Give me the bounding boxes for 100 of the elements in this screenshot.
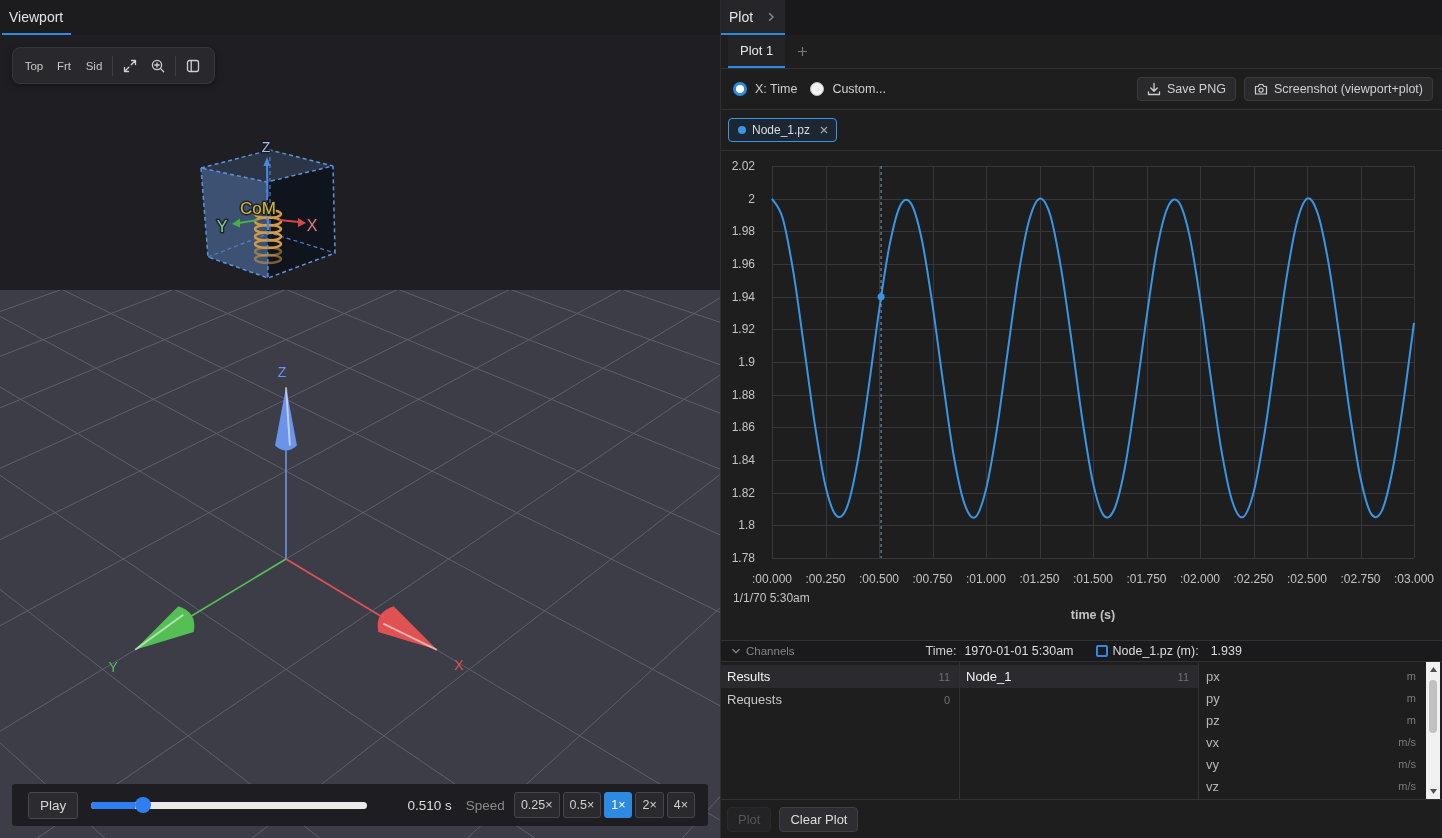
item-label: py <box>1206 690 1220 706</box>
download-icon <box>1146 82 1161 96</box>
item-label: pz <box>1206 712 1220 728</box>
screenshot-button[interactable]: Screenshot (viewport+plot) <box>1243 77 1433 101</box>
scrollbar[interactable] <box>1426 662 1440 799</box>
item-label: vz <box>1206 778 1219 794</box>
unit-label: m/s <box>1398 758 1416 770</box>
tick-label: :00.250 <box>805 572 846 586</box>
tick-label: :01.750 <box>1126 572 1167 586</box>
readout-label: Node_1.pz (m): <box>1112 644 1199 658</box>
list-item[interactable]: Node_1 11 <box>960 665 1198 688</box>
camera-icon <box>1253 82 1268 96</box>
tick-label: 1.84 <box>731 453 755 467</box>
item-label: px <box>1206 668 1220 684</box>
tick-label: 1.98 <box>731 224 755 239</box>
tick-label: 1.88 <box>731 387 755 402</box>
tick-label: :02.000 <box>1180 572 1220 586</box>
list-item[interactable]: py m <box>1199 687 1426 709</box>
list-item[interactable]: px m <box>1199 665 1426 687</box>
list-item[interactable]: Requests 0 <box>721 688 959 711</box>
item-count: 11 <box>1177 670 1189 683</box>
zoom-in-icon[interactable] <box>151 58 165 73</box>
readout-value: 1.939 <box>1210 644 1242 658</box>
view-button[interactable]: Sid <box>80 53 108 78</box>
expand-icon[interactable] <box>123 58 137 73</box>
tick-label: 1.78 <box>731 551 755 565</box>
play-button[interactable]: Play <box>28 791 79 819</box>
chevron-down-icon[interactable] <box>731 646 741 656</box>
close-icon[interactable] <box>820 126 829 134</box>
unit-label: m <box>1406 692 1416 704</box>
scroll-up-icon[interactable] <box>1429 667 1437 672</box>
unit-label: m/s <box>1398 736 1416 748</box>
tick-label: :03.000 <box>1394 572 1434 586</box>
tick-label: 1.9 <box>738 355 755 369</box>
item-label: vy <box>1206 756 1219 772</box>
speed-button[interactable]: 2× <box>635 792 664 818</box>
tick-label: 2.02 <box>731 159 755 173</box>
speed-button[interactable]: 0.25× <box>513 792 560 818</box>
tick-label: 1.96 <box>731 257 755 271</box>
axis-date-label: 1/1/70 5:30am <box>733 591 810 605</box>
tick-label: :00.750 <box>912 572 953 586</box>
save-button[interactable]: Save PNG <box>1136 77 1236 101</box>
tab[interactable]: Plot 1 <box>728 35 786 68</box>
speed-button[interactable]: 4× <box>666 792 695 818</box>
checkbox[interactable] <box>1095 645 1108 657</box>
speed-label: Speed <box>465 797 505 813</box>
tick-label: :02.750 <box>1340 572 1381 586</box>
series-chip[interactable]: Node_1.pz <box>728 118 838 142</box>
tick-label: :01.500 <box>1073 572 1113 586</box>
view-button[interactable]: Frt <box>50 53 78 78</box>
speed-button[interactable]: 0.5× <box>562 792 602 818</box>
item-count: 11 <box>938 670 950 683</box>
tick-label: 1.94 <box>731 289 755 304</box>
chip-label: Node_1.pz <box>752 123 811 137</box>
tick-label: :01.250 <box>1019 572 1060 586</box>
unit-label: m/s <box>1398 780 1416 792</box>
tick-label: :02.250 <box>1233 572 1274 586</box>
axis-label: Z <box>277 363 287 380</box>
section-title[interactable]: Channels <box>746 645 795 657</box>
model-label: Z <box>261 139 271 155</box>
item-count: 0 <box>943 693 950 706</box>
slider-thumb[interactable] <box>135 797 152 813</box>
scroll-down-icon[interactable] <box>1429 789 1437 794</box>
scrollbar-thumb[interactable] <box>1429 680 1437 733</box>
tick-label: 1.8 <box>738 518 755 533</box>
item-label: vx <box>1206 734 1219 750</box>
radio-button[interactable] <box>733 82 747 96</box>
plus-icon[interactable] <box>798 47 808 56</box>
list-item[interactable]: vx m/s <box>1199 731 1426 753</box>
tick-label: 1.92 <box>731 322 755 337</box>
radio-label[interactable]: Custom... <box>832 82 886 96</box>
axis-label: Y <box>108 659 118 676</box>
tick-label: :00.000 <box>752 572 792 586</box>
view-button[interactable]: Top <box>20 53 48 78</box>
tick-label: 1.82 <box>731 485 755 500</box>
time-readout: 0.510 s <box>407 797 452 813</box>
sidebar-icon[interactable] <box>186 58 200 73</box>
list-item[interactable]: vz m/s <box>1199 775 1426 797</box>
item-label: Node_1 <box>966 669 1012 684</box>
tick-label: :01.000 <box>966 572 1006 586</box>
list-item[interactable]: vy m/s <box>1199 753 1426 775</box>
axis-title: time (s) <box>1070 608 1116 622</box>
tick-label: :02.500 <box>1287 572 1327 586</box>
item-label: Results <box>727 669 771 684</box>
radio-button[interactable] <box>810 82 825 96</box>
time-label: Time: <box>925 644 957 658</box>
item-label: Requests <box>727 692 782 707</box>
axis-label: X <box>454 657 464 674</box>
cursor-point <box>877 293 885 301</box>
radio-label[interactable]: X: Time <box>755 82 798 96</box>
time-value: 1970-01-01 5:30am <box>964 644 1074 658</box>
unit-label: m <box>1406 714 1416 726</box>
list-item[interactable]: pz m <box>1199 709 1426 731</box>
tick-label: :00.500 <box>859 572 899 586</box>
chevron-right-icon <box>767 11 776 22</box>
tab[interactable]: Plot <box>721 0 786 35</box>
list-item[interactable]: Results 11 <box>721 665 959 688</box>
speed-button[interactable]: 1× <box>604 792 633 818</box>
tick-label: 2 <box>748 191 755 206</box>
action-button[interactable]: Clear Plot <box>779 806 859 832</box>
